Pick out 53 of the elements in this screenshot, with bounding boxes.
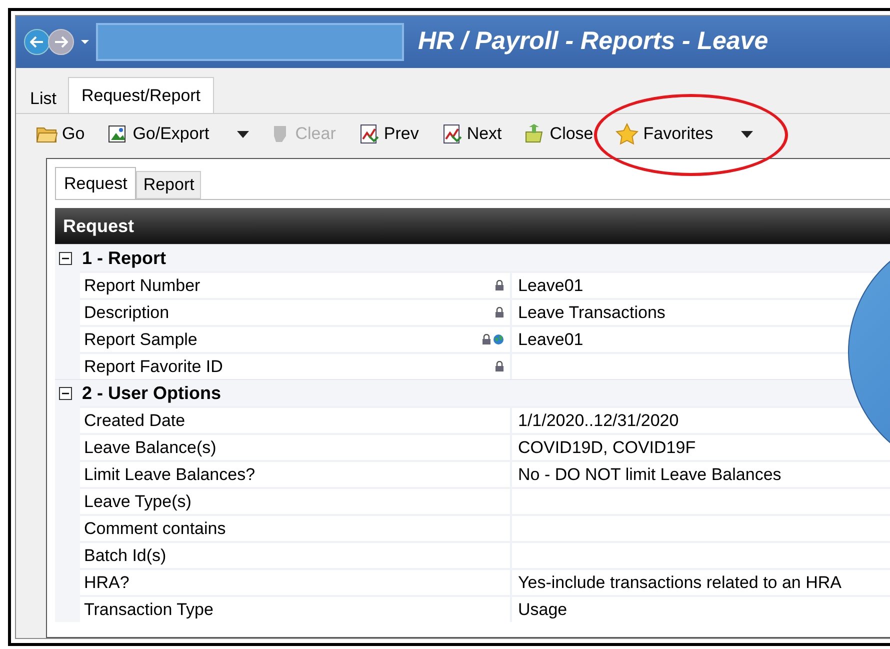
dropdown-caret-icon[interactable] — [741, 130, 754, 138]
tab[interactable]: List — [18, 85, 68, 113]
tab[interactable]: Report — [136, 171, 202, 199]
group-heading: 1 - Report — [82, 246, 166, 270]
field-value[interactable]: 1/1/2020..12/31/2020 — [518, 408, 679, 434]
field-label: Batch Id(s) — [84, 544, 166, 567]
field-label: Report Favorite ID — [84, 356, 223, 378]
back-button[interactable] — [24, 29, 50, 55]
field-value[interactable]: Leave Transactions — [518, 300, 666, 326]
field-label: Comment contains — [84, 518, 226, 540]
field-label: Created Date — [84, 410, 186, 432]
toolbar-button[interactable]: Go — [36, 121, 85, 147]
caret-icon[interactable] — [80, 39, 90, 45]
tab[interactable]: Request/Report — [68, 77, 214, 113]
lock-icon — [482, 334, 491, 345]
collapse-toggle[interactable] — [59, 386, 72, 400]
field-value[interactable]: Leave01 — [518, 326, 584, 352]
star-icon — [615, 123, 640, 145]
lock-icon — [495, 307, 504, 318]
field-value[interactable]: Usage — [518, 596, 568, 622]
field-label: Report Number — [84, 274, 200, 297]
tab[interactable]: Request — [55, 167, 136, 199]
field-label: Leave Balance(s) — [84, 436, 216, 459]
lock-icon — [495, 280, 504, 291]
forward-button[interactable] — [48, 29, 74, 55]
toolbar-button[interactable]: Prev — [358, 121, 419, 147]
toolbar-button[interactable]: Favorites — [615, 121, 714, 147]
panel-header: Request — [55, 208, 890, 244]
collapse-toggle[interactable] — [59, 252, 72, 264]
dropdown-caret-icon[interactable] — [237, 130, 250, 138]
window-title: HR / Payroll - Reports - Leave — [418, 26, 768, 58]
globe-icon — [493, 334, 504, 345]
chart-icon — [358, 123, 380, 145]
right-arrow-icon — [54, 36, 68, 48]
group-heading: 2 - User Options — [82, 382, 222, 405]
toolbar-button[interactable]: Close — [524, 121, 594, 147]
field-label: Leave Type(s) — [84, 490, 192, 513]
field-label: Transaction Type — [84, 598, 214, 621]
toolbar-button[interactable]: Go/Export — [106, 121, 210, 147]
field-value[interactable]: Leave01 — [518, 272, 584, 298]
field-label: Report Sample — [84, 328, 198, 351]
field-label: Limit Leave Balances? — [84, 464, 256, 486]
chart-icon — [440, 123, 463, 145]
field-value[interactable]: COVID19D, COVID19F — [518, 434, 696, 460]
address-field[interactable] — [96, 23, 404, 61]
left-arrow-icon — [30, 36, 44, 48]
field-label: Description — [84, 302, 170, 324]
field-value[interactable]: Yes-include transactions related to an HRA — [518, 570, 842, 596]
toolbar-button[interactable]: Next — [440, 121, 502, 147]
field-value[interactable]: No - DO NOT limit Leave Balances — [518, 462, 782, 488]
field-label: HRA? — [84, 572, 130, 594]
folder-icon — [36, 125, 58, 143]
lock-icon — [495, 361, 504, 372]
